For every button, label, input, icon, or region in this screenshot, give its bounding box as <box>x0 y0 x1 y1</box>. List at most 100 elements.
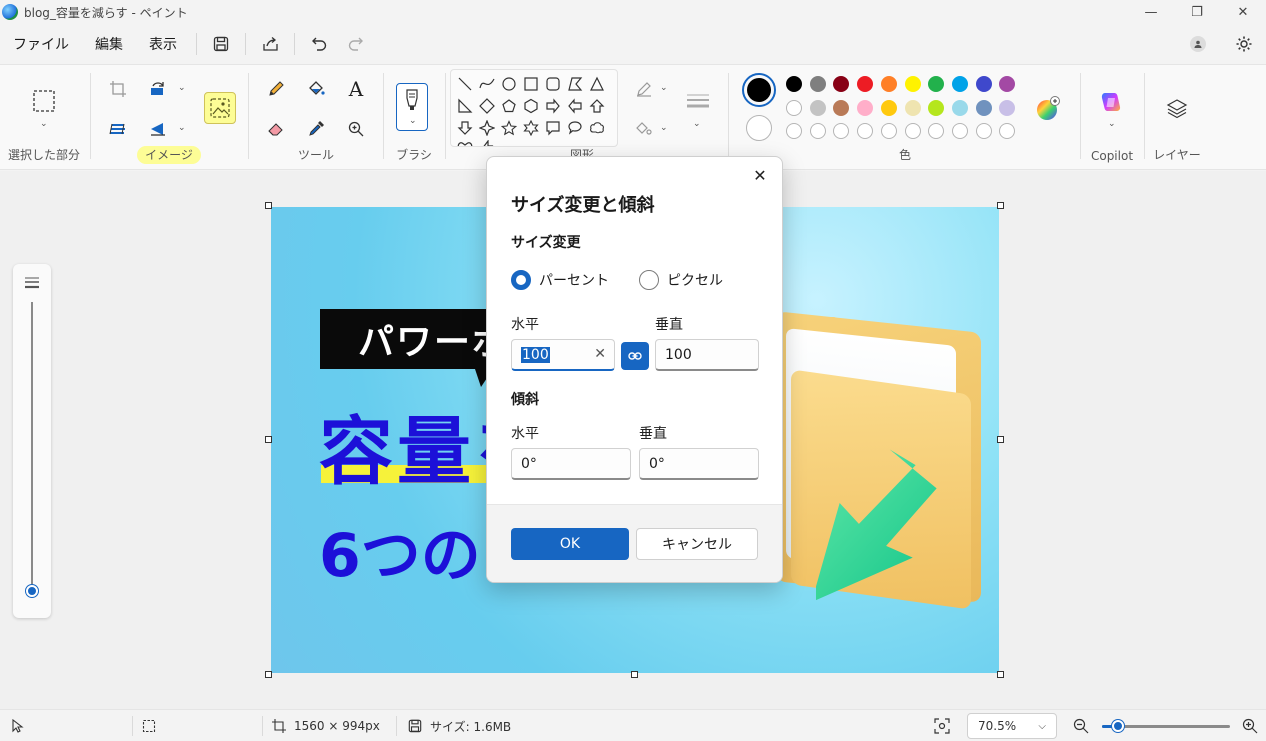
brush-button[interactable]: ⌄ <box>396 83 428 131</box>
palette-color-swatch[interactable] <box>904 99 921 116</box>
image-properties-button[interactable] <box>204 92 236 124</box>
ok-button[interactable]: OK <box>511 528 629 560</box>
diamond-shape-button[interactable] <box>477 96 497 116</box>
skew-button[interactable] <box>102 113 134 145</box>
pentagon-shape-button[interactable] <box>499 96 519 116</box>
chevron-down-icon[interactable]: ⌄ <box>660 83 668 93</box>
zoom-select[interactable]: 70.5% ⌵ <box>967 713 1057 739</box>
palette-color-swatch[interactable] <box>833 99 850 116</box>
chevron-down-icon[interactable]: ⌄ <box>178 83 186 93</box>
clear-icon[interactable]: ✕ <box>594 346 606 362</box>
skew-horizontal-input[interactable]: 0° <box>511 448 631 480</box>
pencil-button[interactable] <box>260 73 292 105</box>
palette-color-swatch[interactable] <box>857 76 874 92</box>
custom-color-slot[interactable] <box>904 123 921 139</box>
palette-color-swatch[interactable] <box>857 99 874 116</box>
shape-fill-button[interactable] <box>628 113 660 145</box>
polygon-shape-button[interactable] <box>565 74 585 94</box>
palette-color-swatch[interactable] <box>786 76 802 92</box>
resize-button[interactable] <box>142 73 174 105</box>
flip-button[interactable] <box>142 113 174 145</box>
heart-shape-button[interactable] <box>455 138 475 146</box>
palette-color-swatch[interactable] <box>786 99 802 116</box>
triangle-shape-button[interactable] <box>587 74 607 94</box>
edit-colors-button[interactable] <box>1035 96 1061 122</box>
resize-handle[interactable] <box>631 671 638 678</box>
custom-color-slot[interactable] <box>951 123 968 139</box>
oval-shape-button[interactable] <box>499 74 519 94</box>
resize-horizontal-input[interactable]: 100 ✕ <box>511 339 615 371</box>
resize-handle[interactable] <box>265 436 272 443</box>
avatar[interactable] <box>1190 36 1206 52</box>
percent-radio[interactable]: パーセント <box>511 270 609 290</box>
redo-button[interactable] <box>337 29 373 59</box>
pixel-radio[interactable]: ピクセル <box>639 270 723 290</box>
six-point-star-shape-button[interactable] <box>521 118 541 138</box>
eraser-button[interactable] <box>260 113 292 145</box>
palette-color-swatch[interactable] <box>880 76 897 92</box>
magnifier-button[interactable] <box>340 113 372 145</box>
cancel-button[interactable]: キャンセル <box>636 528 758 560</box>
crop-button[interactable] <box>102 73 134 105</box>
close-window-button[interactable]: ✕ <box>1220 0 1266 24</box>
size-button[interactable] <box>682 85 714 117</box>
menu-view[interactable]: 表示 <box>136 29 190 59</box>
resize-handle[interactable] <box>997 202 1004 209</box>
palette-color-swatch[interactable] <box>951 76 968 92</box>
primary-color-button[interactable] <box>742 73 776 107</box>
share-button[interactable] <box>252 29 288 59</box>
select-tool-button[interactable] <box>28 85 60 117</box>
custom-color-slot[interactable] <box>880 123 897 139</box>
chevron-down-icon[interactable]: ⌄ <box>178 123 186 133</box>
undo-button[interactable] <box>301 29 337 59</box>
left-arrow-shape-button[interactable] <box>565 96 585 116</box>
curve-shape-button[interactable] <box>477 74 497 94</box>
line-shape-button[interactable] <box>455 74 475 94</box>
skew-vertical-input[interactable]: 0° <box>639 448 759 480</box>
fit-to-window-button[interactable] <box>934 710 950 741</box>
five-point-star-shape-button[interactable] <box>499 118 519 138</box>
palette-color-swatch[interactable] <box>928 99 945 116</box>
resize-vertical-input[interactable]: 100 <box>655 339 759 371</box>
minimize-button[interactable]: — <box>1128 0 1174 24</box>
palette-color-swatch[interactable] <box>975 99 992 116</box>
resize-handle[interactable] <box>997 671 1004 678</box>
custom-color-slot[interactable] <box>975 123 992 139</box>
chevron-down-icon[interactable]: ⌄ <box>660 123 668 133</box>
zoom-in-button[interactable] <box>1242 710 1258 741</box>
settings-button[interactable] <box>1226 29 1262 59</box>
rect-callout-shape-button[interactable] <box>543 118 563 138</box>
zoom-out-button[interactable] <box>1073 710 1089 741</box>
palette-color-swatch[interactable] <box>904 76 921 92</box>
resize-handle[interactable] <box>265 202 272 209</box>
palette-color-swatch[interactable] <box>975 76 992 92</box>
cloud-callout-shape-button[interactable] <box>587 118 607 138</box>
text-button[interactable]: A <box>340 73 372 105</box>
chevron-down-icon[interactable]: ⌄ <box>1108 119 1116 129</box>
slider-thumb[interactable] <box>26 585 38 597</box>
copilot-button[interactable] <box>1096 87 1128 119</box>
right-arrow-shape-button[interactable] <box>543 96 563 116</box>
custom-color-slot[interactable] <box>809 123 826 139</box>
rectangle-shape-button[interactable] <box>521 74 541 94</box>
menu-file[interactable]: ファイル <box>0 29 82 59</box>
oval-callout-shape-button[interactable] <box>565 118 585 138</box>
hexagon-shape-button[interactable] <box>521 96 541 116</box>
four-point-star-shape-button[interactable] <box>477 118 497 138</box>
down-arrow-shape-button[interactable] <box>455 118 475 138</box>
zoom-slider-thumb[interactable] <box>1112 720 1124 732</box>
chevron-down-icon[interactable]: ⌄ <box>693 119 701 129</box>
palette-color-swatch[interactable] <box>809 99 826 116</box>
right-triangle-shape-button[interactable] <box>455 96 475 116</box>
up-arrow-shape-button[interactable] <box>587 96 607 116</box>
palette-color-swatch[interactable] <box>999 99 1016 116</box>
custom-color-slot[interactable] <box>857 123 874 139</box>
palette-color-swatch[interactable] <box>951 99 968 116</box>
outline-button[interactable] <box>628 73 660 105</box>
lightning-shape-button[interactable] <box>477 138 497 146</box>
palette-color-swatch[interactable] <box>880 99 897 116</box>
resize-handle[interactable] <box>265 671 272 678</box>
color-picker-button[interactable] <box>300 113 332 145</box>
brush-size-slider[interactable] <box>13 264 51 618</box>
save-button[interactable] <box>203 29 239 59</box>
